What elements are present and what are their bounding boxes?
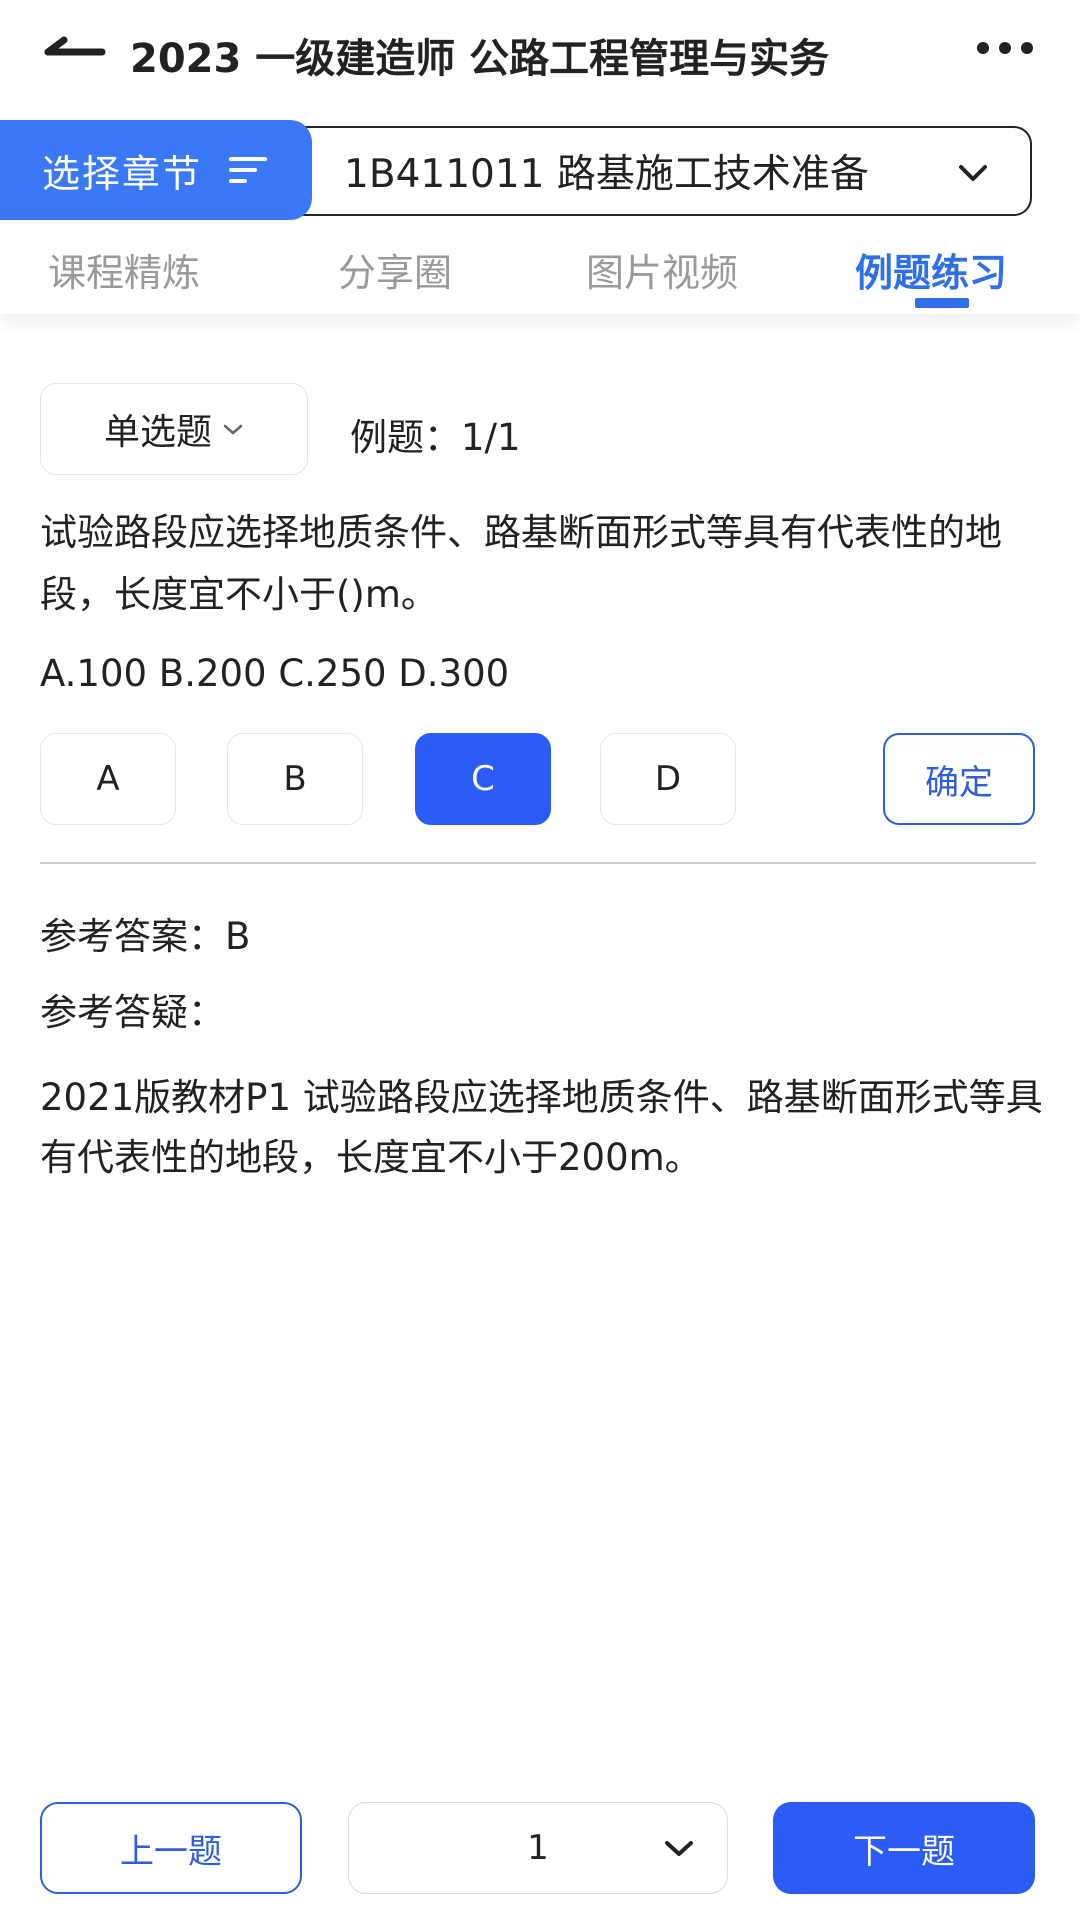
app-header: 2023 一级建造师 公路工程管理与实务 [0, 0, 1080, 110]
arrow-left-icon[interactable] [40, 30, 110, 74]
question-meta: 单选题 例题：1/1 [40, 383, 1040, 475]
next-question-button[interactable]: 下一题 [773, 1802, 1035, 1894]
chevron-down-icon [665, 1841, 693, 1856]
explanation-label: 参考答疑： [40, 991, 225, 1034]
divider [40, 862, 1036, 864]
choices-line: A.100 B.200 C.250 D.300 [40, 652, 510, 695]
reference-answer: 参考答案：B [40, 915, 251, 958]
option-c-button[interactable]: C [415, 733, 551, 825]
more-horizontal-icon[interactable] [975, 36, 1035, 60]
tab-active-indicator [915, 298, 969, 308]
option-a-button[interactable]: A [40, 733, 176, 825]
question-text: 试验路段应选择地质条件、路基断面形式等具有代表性的地段，长度宜不小于()m。 [40, 511, 1002, 616]
question-type-dropdown[interactable]: 单选题 [40, 383, 308, 475]
question-counter: 例题：1/1 [350, 416, 521, 459]
chapter-dropdown[interactable]: 1B411011 路基施工技术准备 [300, 126, 1032, 216]
chapter-selected-label: 1B411011 路基施工技术准备 [344, 152, 869, 197]
tab-share[interactable]: 分享圈 [338, 242, 452, 297]
page-value: 1 [527, 1828, 549, 1868]
page-title: 2023 一级建造师 公路工程管理与实务 [130, 36, 830, 82]
tab-course[interactable]: 课程精炼 [48, 242, 200, 297]
tab-media[interactable]: 图片视频 [586, 242, 738, 297]
tab-practice[interactable]: 例题练习 [855, 242, 1007, 297]
select-chapter-label: 选择章节 [42, 151, 203, 196]
prev-question-button[interactable]: 上一题 [40, 1802, 302, 1894]
option-b-button[interactable]: B [227, 733, 363, 825]
option-d-button[interactable]: D [600, 733, 736, 825]
tab-bar: 课程精炼 分享圈 图片视频 例题练习 [0, 230, 1080, 314]
chevron-down-icon [223, 424, 243, 435]
explanation-text: 2021版教材P1 试验路段应选择地质条件、路基断面形式等具有代表性的地段，长度… [40, 1076, 1043, 1179]
footer-nav: 上一题 1 下一题 [0, 1800, 1080, 1896]
sort-lines-icon [229, 157, 268, 183]
question-type-label: 单选题 [103, 412, 212, 453]
chapter-bar: 1B411011 路基施工技术准备 选择章节 [0, 118, 1080, 223]
page-dropdown[interactable]: 1 [348, 1802, 728, 1894]
chevron-down-icon [959, 165, 987, 181]
select-chapter-button[interactable]: 选择章节 [0, 120, 312, 220]
confirm-button[interactable]: 确定 [883, 733, 1035, 825]
